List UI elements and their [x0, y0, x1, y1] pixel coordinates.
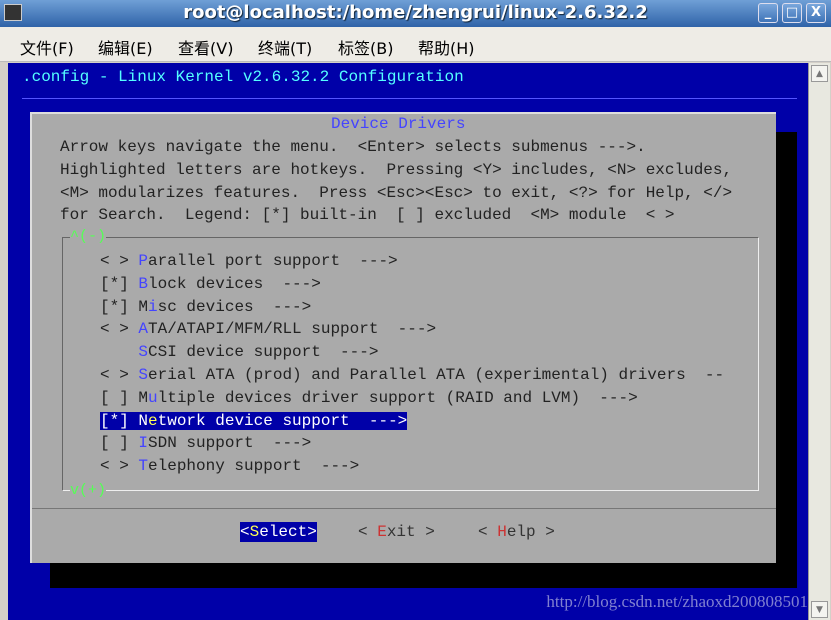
hotkey-letter: I: [138, 434, 149, 453]
menu-item[interactable]: [*] Network device support --->: [100, 411, 408, 431]
item-label: ATA/ATAPI/MFM/RLL support --->: [138, 320, 436, 338]
label-text: TA/ATAPI/MFM/RLL support --->: [148, 320, 437, 339]
hotkey-letter: e: [148, 411, 158, 430]
scroll-down-arrow-icon[interactable]: ▼: [811, 601, 828, 618]
menu-item[interactable]: < > Telephony support --->: [100, 456, 359, 476]
header-divider: [22, 98, 797, 99]
label-text: sc devices --->: [157, 297, 312, 316]
item-state: [*]: [100, 274, 139, 293]
menu-help[interactable]: 帮助(H): [418, 35, 475, 59]
menu-terminal[interactable]: 终端(T): [258, 35, 312, 59]
label-text: lock devices --->: [148, 274, 321, 293]
button-text: <: [240, 523, 250, 541]
menu-view[interactable]: 查看(V): [178, 35, 233, 59]
menu-item[interactable]: < > ATA/ATAPI/MFM/RLL support --->: [100, 319, 436, 339]
scroll-up-arrow-icon[interactable]: ▲: [811, 65, 828, 82]
title-bar: root@localhost:/home/zhengrui/linux-2.6.…: [0, 0, 831, 27]
item-state: < >: [100, 457, 139, 476]
hotkey-letter: S: [138, 366, 149, 384]
item-state: < >: [100, 366, 139, 384]
label-text: erial ATA (prod) and Parallel ATA (exper…: [148, 366, 725, 384]
label-text: elephony support --->: [148, 457, 360, 476]
maximize-button[interactable]: □: [782, 3, 802, 23]
button-text: <: [478, 523, 498, 541]
item-label: Block devices --->: [138, 275, 320, 293]
item-state: < >: [100, 320, 139, 339]
select-button[interactable]: <Select>: [240, 522, 317, 542]
label-text: twork device support --->: [157, 411, 408, 430]
menu-tabs[interactable]: 标签(B): [338, 35, 393, 59]
item-label: Network device support --->: [138, 411, 408, 430]
item-label: Parallel port support --->: [138, 252, 397, 270]
menu-item[interactable]: [*] Misc devices --->: [100, 297, 311, 317]
item-state: [*]: [100, 297, 139, 316]
item-label: SCSI device support --->: [138, 343, 378, 361]
exit-button[interactable]: < Exit >: [358, 522, 435, 542]
minimize-button[interactable]: _: [758, 3, 778, 23]
menu-item[interactable]: [*] Block devices --->: [100, 274, 321, 294]
button-text: xit >: [386, 523, 435, 541]
help-line: Arrow keys navigate the menu. <Enter> se…: [60, 138, 646, 156]
item-state: [ ]: [100, 388, 139, 407]
button-text: <: [358, 523, 378, 541]
item-state: [ ]: [100, 434, 139, 453]
label-text: M: [138, 297, 149, 316]
label-text: arallel port support --->: [148, 252, 398, 270]
help-button[interactable]: < Help >: [478, 522, 555, 542]
item-label: Multiple devices driver support (RAID an…: [138, 389, 637, 407]
hotkey-letter: S: [138, 343, 149, 362]
hotkey-letter: u: [148, 388, 158, 407]
item-label: Misc devices --->: [138, 298, 311, 316]
menu-edit[interactable]: 编辑(E): [98, 35, 153, 59]
hotkey-letter: B: [138, 274, 149, 293]
menu-bar: 文件(F) 编辑(E) 查看(V) 终端(T) 标签(B) 帮助(H): [0, 27, 831, 62]
help-line: Highlighted letters are hotkeys. Pressin…: [60, 161, 733, 179]
hotkey-letter: H: [497, 523, 507, 541]
item-state: < >: [100, 252, 139, 270]
label-text: N: [138, 411, 149, 430]
dialog-title: Device Drivers: [328, 114, 469, 134]
button-text: elp >: [506, 523, 555, 541]
close-button[interactable]: X: [806, 3, 826, 23]
menu-file[interactable]: 文件(F): [20, 35, 74, 59]
vertical-scrollbar[interactable]: ▲ ▼: [808, 63, 830, 620]
label-text: CSI device support --->: [148, 343, 379, 362]
window-title: root@localhost:/home/zhengrui/linux-2.6.…: [183, 2, 648, 23]
item-state: [*]: [100, 411, 139, 430]
menu-item[interactable]: < > Parallel port support --->: [100, 251, 398, 271]
button-separator: [32, 508, 776, 509]
item-label: Telephony support --->: [138, 457, 359, 475]
label-text: M: [138, 388, 149, 407]
hotkey-letter: i: [148, 297, 158, 316]
menuconfig-dialog: Device Drivers Arrow keys navigate the m…: [30, 112, 776, 563]
item-label: ISDN support --->: [138, 434, 311, 452]
scroll-up-indicator[interactable]: ^(-): [70, 229, 107, 245]
menu-item[interactable]: [ ] ISDN support --->: [100, 433, 311, 453]
hotkey-letter: A: [138, 320, 149, 339]
menu-item[interactable]: SCSI device support --->: [100, 342, 378, 362]
help-line: <M> modularizes features. Press <Esc><Es…: [60, 184, 733, 202]
hotkey-letter: E: [377, 523, 387, 541]
watermark: http://blog.csdn.net/zhaoxd200808501: [546, 592, 808, 611]
hotkey-letter: T: [138, 457, 149, 476]
scroll-down-indicator[interactable]: v(+): [70, 483, 107, 499]
menu-item[interactable]: < > Serial ATA (prod) and Parallel ATA (…: [100, 365, 724, 385]
menu-item[interactable]: [ ] Multiple devices driver support (RAI…: [100, 388, 638, 408]
item-label: Serial ATA (prod) and Parallel ATA (expe…: [138, 366, 724, 384]
help-line: for Search. Legend: [*] built-in [ ] exc…: [60, 206, 675, 224]
hotkey-letter: S: [249, 523, 260, 541]
label-text: SDN support --->: [148, 434, 312, 453]
item-state: [100, 343, 138, 361]
button-text: elect>: [259, 523, 317, 541]
hotkey-letter: P: [138, 252, 149, 270]
terminal-area[interactable]: .config - Linux Kernel v2.6.32.2 Configu…: [8, 63, 808, 620]
config-header: .config - Linux Kernel v2.6.32.2 Configu…: [22, 68, 464, 86]
label-text: ltiple devices driver support (RAID and …: [157, 388, 638, 407]
